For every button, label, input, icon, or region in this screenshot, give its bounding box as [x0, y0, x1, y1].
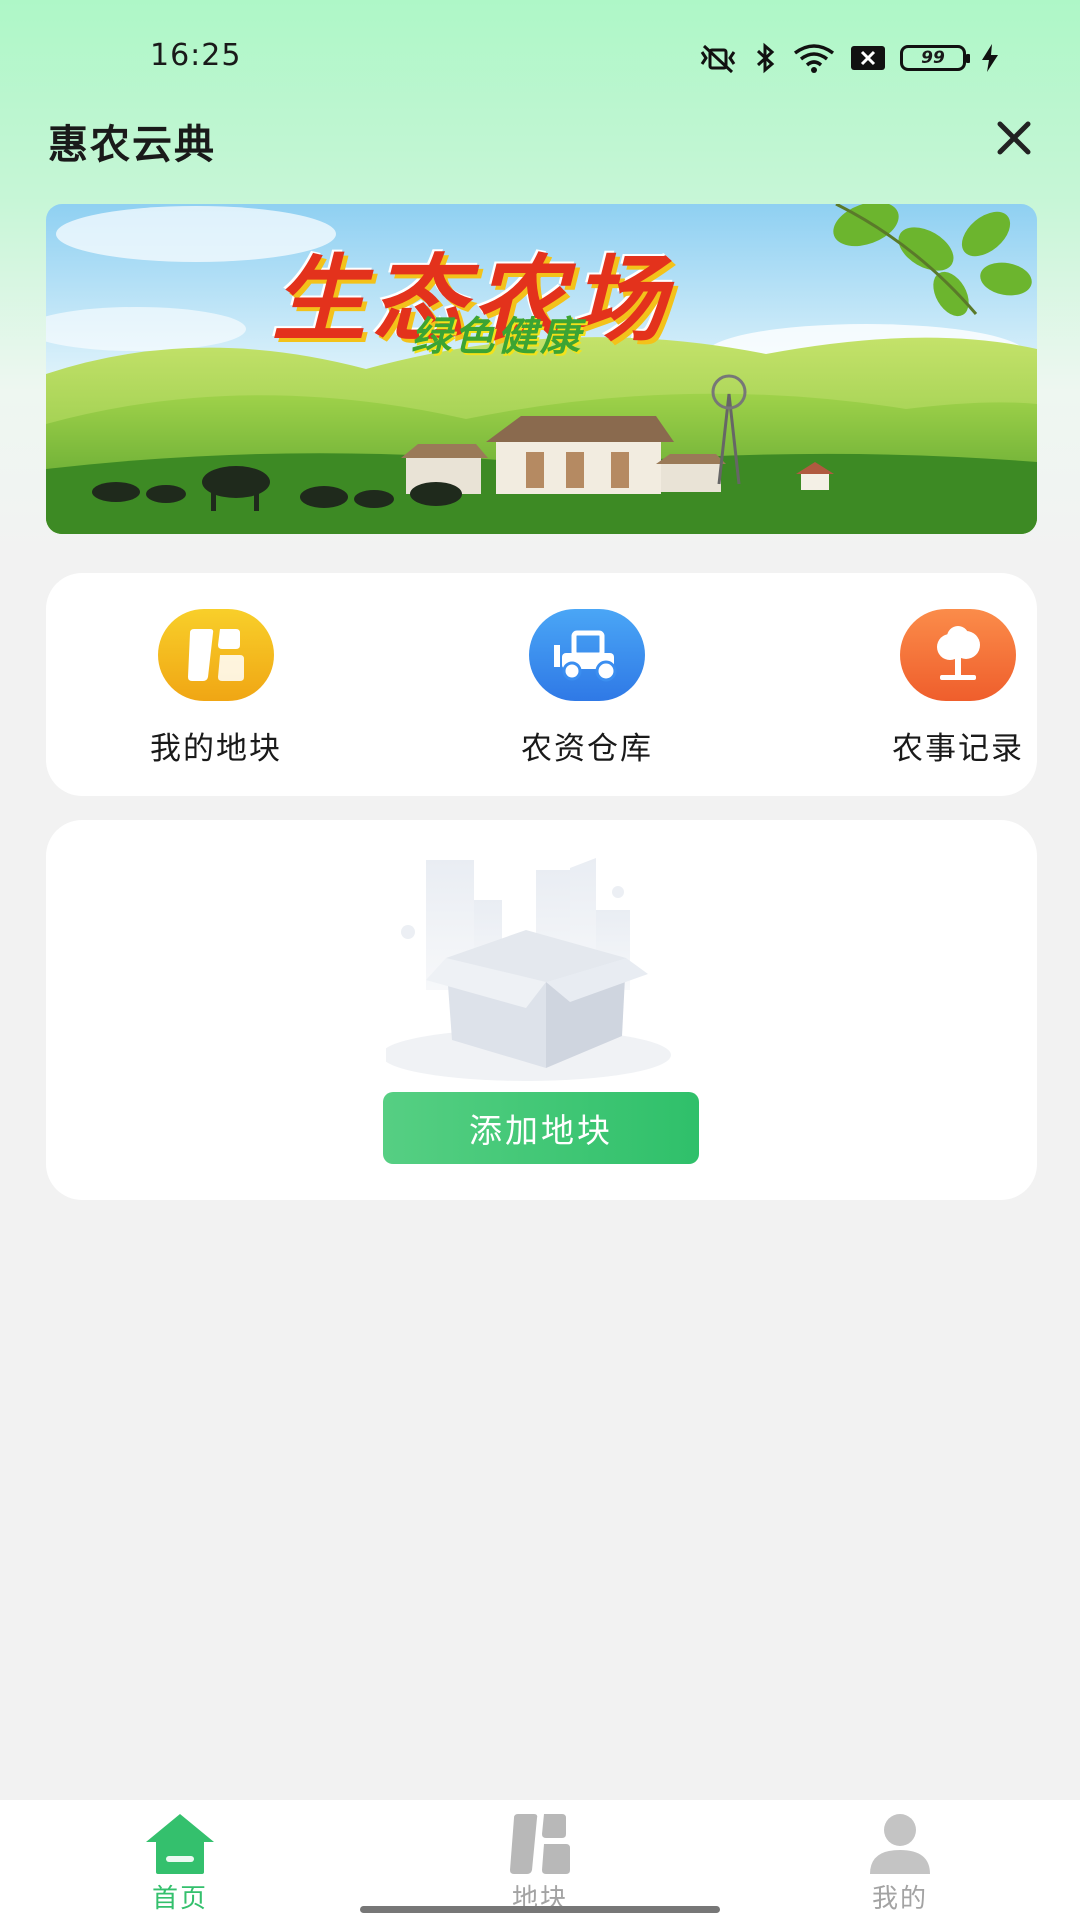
add-plot-button[interactable]: 添加地块: [383, 1092, 699, 1164]
empty-state-card: 添加地块: [46, 820, 1037, 1200]
user-icon: [870, 1814, 930, 1874]
page-title: 惠农云典: [48, 122, 216, 168]
nav-item-profile[interactable]: 我的: [810, 1812, 990, 1914]
status-time: 16:25: [150, 38, 242, 73]
status-icons: 99: [696, 40, 1000, 76]
tree-icon: [900, 609, 1016, 701]
nav-item-plots[interactable]: 地块: [450, 1812, 630, 1914]
plot-icon: [510, 1814, 570, 1874]
wifi-icon: [793, 44, 835, 73]
banner-subtitle: 绿色健康: [411, 314, 583, 360]
empty-box-illustration: [386, 858, 671, 1081]
shortcut-label: 农事记录: [892, 731, 1024, 767]
home-indicator[interactable]: [360, 1906, 720, 1913]
shortcut-label: 我的地块: [150, 731, 282, 767]
shortcut-label: 农资仓库: [521, 731, 653, 767]
sim-x-icon: [851, 46, 885, 70]
plot-icon: [158, 609, 274, 701]
mute-vibrate-icon: [700, 44, 736, 74]
shortcut-supplies-warehouse[interactable]: 农资仓库: [477, 609, 697, 769]
status-bar: 16:25 99: [0, 0, 1080, 115]
tractor-icon: [529, 609, 645, 701]
bottom-nav: 首页 地块 我的: [0, 1800, 1080, 1920]
shortcut-my-plots[interactable]: 我的地块: [106, 609, 326, 769]
nav-label-home: 首页: [151, 1884, 208, 1914]
home-icon: [146, 1814, 214, 1874]
charging-icon: [982, 44, 998, 72]
battery-icon: 99: [900, 45, 970, 71]
bluetooth-icon: [756, 42, 775, 74]
nav-label-profile: 我的: [871, 1884, 928, 1914]
close-icon[interactable]: [994, 118, 1034, 158]
nav-item-home[interactable]: 首页: [90, 1812, 270, 1914]
shortcut-card: 我的地块 农资仓库 农事记录: [46, 573, 1037, 796]
shortcut-farm-records[interactable]: 农事记录: [848, 609, 1068, 769]
banner[interactable]: 生态农场 绿色健康: [46, 204, 1037, 534]
